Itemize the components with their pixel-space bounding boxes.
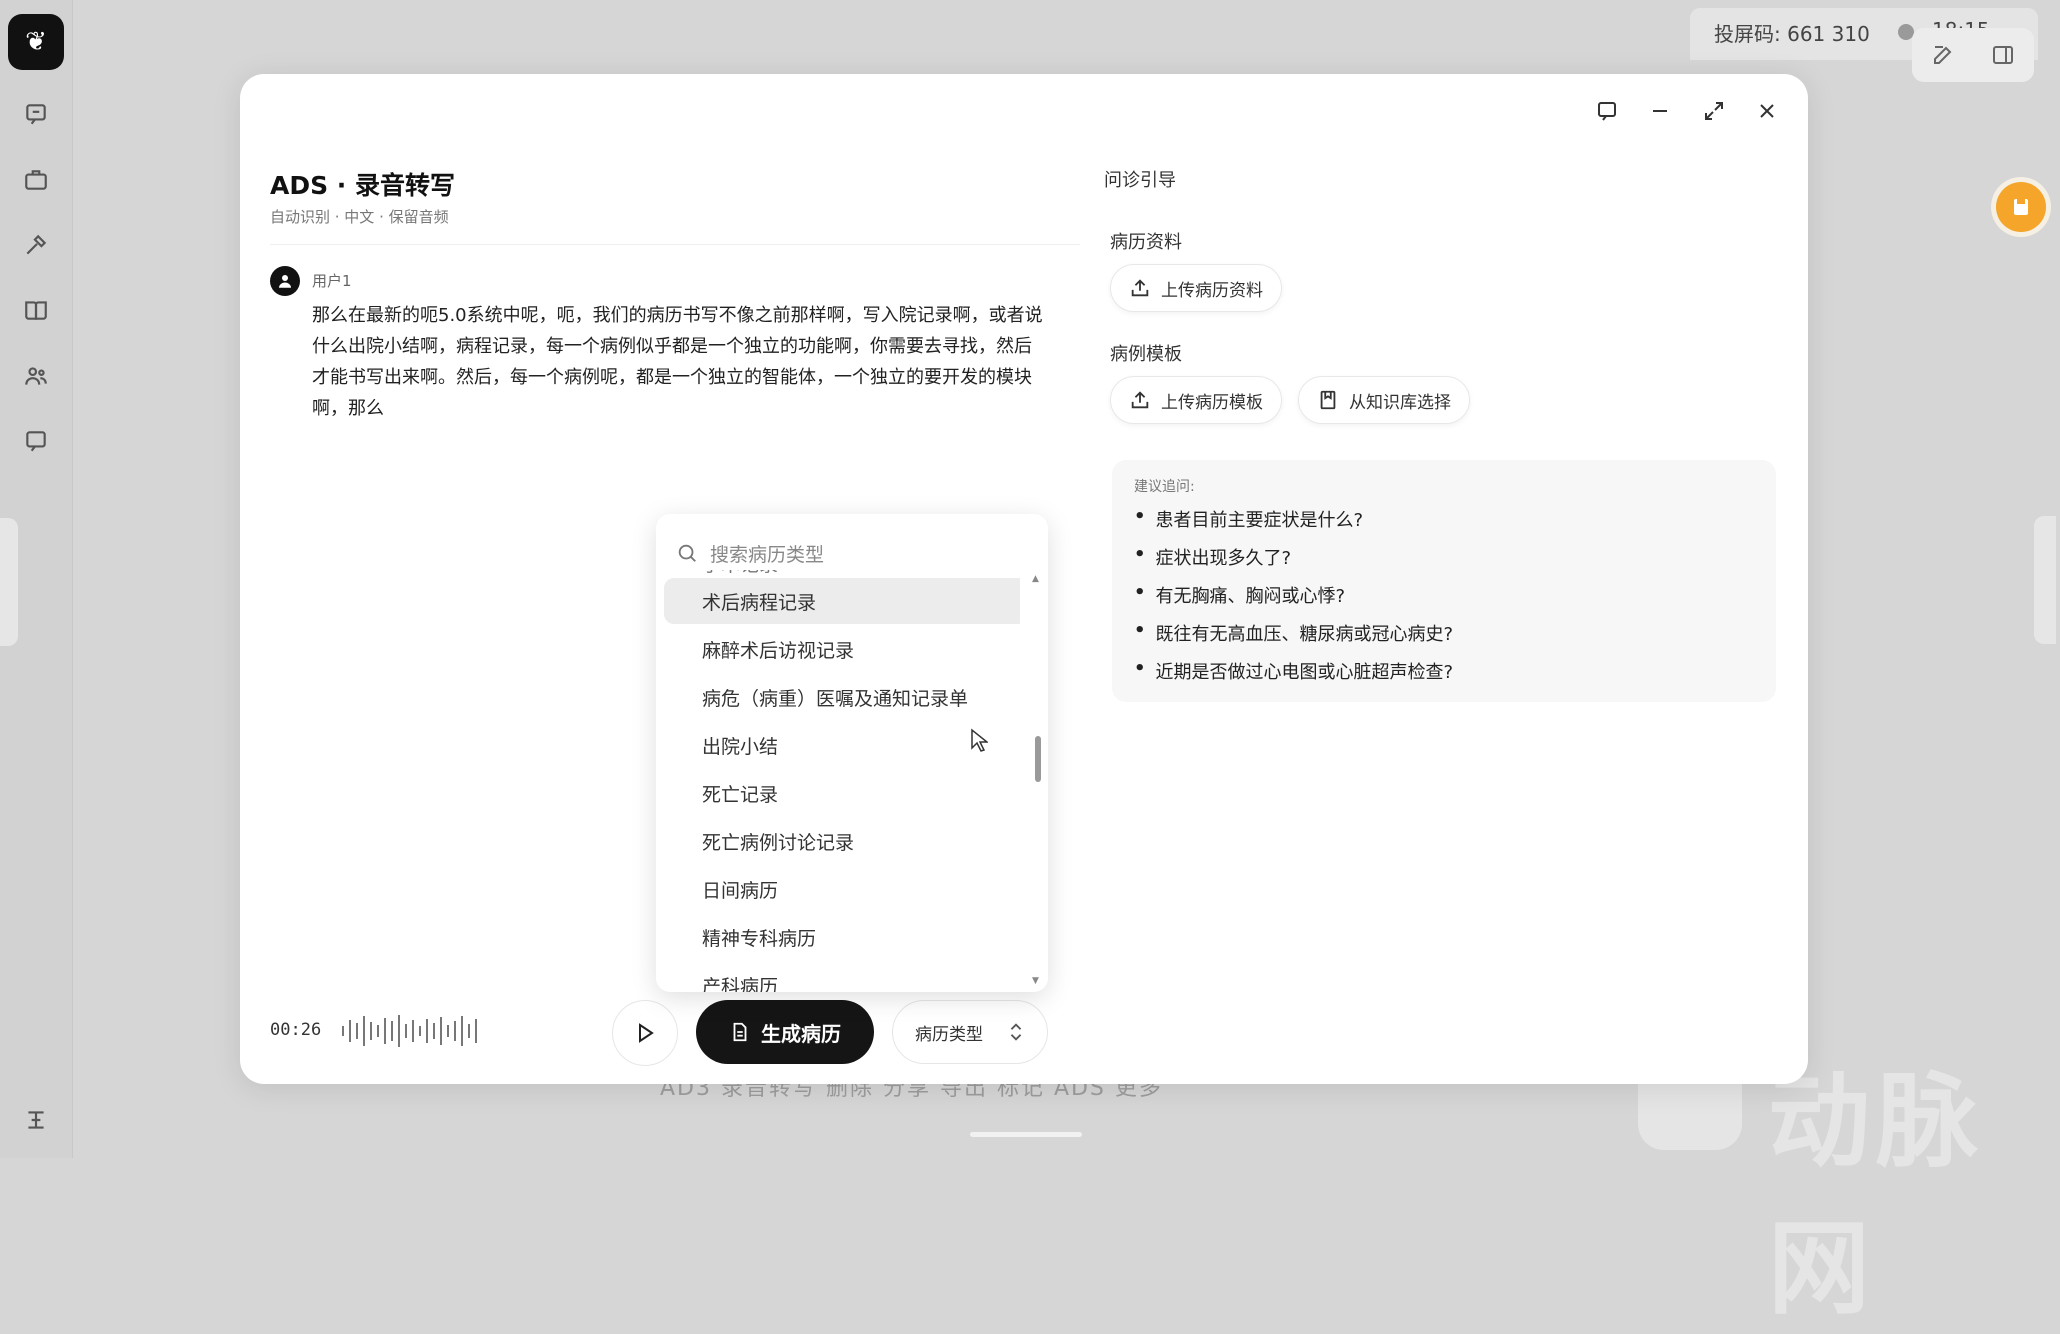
- suggestion-text: 症状出现多久了?: [1155, 548, 1292, 569]
- search-input[interactable]: 搜索病历类型: [710, 540, 824, 567]
- minimize-icon[interactable]: [1643, 94, 1677, 128]
- user-icon: [279, 275, 291, 288]
- play-icon: [639, 1023, 654, 1043]
- generate-label: 生成病历: [761, 1021, 841, 1046]
- header-divider: [270, 244, 1080, 245]
- comment-icon[interactable]: [1590, 94, 1624, 128]
- avatar: [270, 266, 300, 296]
- search-icon: [678, 544, 696, 562]
- panel-toggle-icon[interactable]: [1988, 40, 2018, 70]
- template-heading: 病例模板: [1110, 344, 1182, 365]
- briefcase-icon[interactable]: [20, 164, 52, 196]
- home-indicator: [970, 1132, 1082, 1137]
- list-item[interactable]: 日间病历: [664, 866, 1020, 912]
- close-icon[interactable]: [1750, 94, 1784, 128]
- list-item[interactable]: 病危（病重）医嘱及通知记录单: [664, 674, 1020, 720]
- app-logo[interactable]: ❦: [8, 14, 64, 70]
- upload-records-label: 上传病历资料: [1161, 280, 1263, 301]
- menu-icon[interactable]: [20, 1104, 52, 1136]
- dropdown-list: 手术记录 术后病程记录 麻醉术后访视记录 病危（病重）医嘱及通知记录单 出院小结…: [664, 570, 1020, 992]
- book-icon[interactable]: [20, 294, 52, 326]
- select-from-kb-button[interactable]: 从知识库选择: [1298, 376, 1470, 424]
- play-button[interactable]: [612, 1000, 678, 1066]
- edit-icon[interactable]: [1928, 40, 1958, 70]
- upload-template-label: 上传病历模板: [1161, 392, 1263, 413]
- list-item[interactable]: 产科病历: [664, 962, 1020, 993]
- generate-record-button[interactable]: 生成病历: [696, 1000, 874, 1064]
- guide-title: 问诊引导: [1104, 170, 1176, 191]
- dialog-subtitle: 自动识别 · 中文 · 保留音频: [270, 208, 449, 226]
- upload-template-button[interactable]: 上传病历模板: [1110, 376, 1282, 424]
- suggestions-title: 建议追问:: [1134, 479, 1195, 495]
- record-type-dropdown: 搜索病历类型 手术记录 术后病程记录 麻醉术后访视记录 病危（病重）医嘱及通知记…: [656, 514, 1048, 992]
- tools-icon[interactable]: [20, 229, 52, 261]
- chat-icon[interactable]: [20, 98, 52, 130]
- select-from-kb-label: 从知识库选择: [1349, 392, 1451, 413]
- list-item[interactable]: 术后病程记录: [664, 578, 1020, 624]
- suggestion-text: 患者目前主要症状是什么?: [1155, 510, 1364, 531]
- right-collapse-tab[interactable]: [2034, 516, 2056, 644]
- suggestion-item[interactable]: • 既往有无高血压、糖尿病或冠心病史?: [1134, 620, 1453, 646]
- list-item[interactable]: 精神专科病历: [664, 914, 1020, 960]
- suggestion-item[interactable]: • 近期是否做过心电图或心脏超声检查?: [1134, 658, 1453, 684]
- transcript-text: 那么在最新的呃5.0系统中呢，呃，我们的病历书写不像之前那样啊，写入院记录啊，或…: [312, 305, 1043, 419]
- list-item[interactable]: 死亡记录: [664, 770, 1020, 816]
- suggestion-item[interactable]: • 症状出现多久了?: [1134, 544, 1291, 570]
- document-icon: [733, 1022, 747, 1042]
- suggestion-text: 既往有无高血压、糖尿病或冠心病史?: [1155, 624, 1454, 645]
- note-icon: [2014, 199, 2028, 215]
- recording-time: 00:26: [270, 1020, 322, 1040]
- upload-icon: [1131, 391, 1149, 409]
- message-icon[interactable]: [20, 425, 52, 457]
- speaker-label: 用户1: [312, 272, 352, 290]
- dropdown-scrollbar[interactable]: [1035, 736, 1041, 782]
- suggestion-text: 近期是否做过心电图或心脏超声检查?: [1155, 662, 1454, 683]
- waveform: [342, 1014, 477, 1048]
- list-item[interactable]: 死亡病例讨论记录: [664, 818, 1020, 864]
- scroll-down-icon[interactable]: ▼: [1032, 976, 1039, 986]
- suggestion-item[interactable]: • 有无胸痛、胸闷或心悸?: [1134, 582, 1345, 608]
- upload-records-button[interactable]: 上传病历资料: [1110, 264, 1282, 312]
- users-icon[interactable]: [20, 360, 52, 392]
- bookmark-icon: [1320, 390, 1336, 410]
- mouse-cursor-icon: [971, 728, 988, 752]
- record-type-label: 病历类型: [915, 1024, 983, 1045]
- suggestion-text: 有无胸痛、胸闷或心悸?: [1155, 586, 1346, 607]
- scroll-up-icon[interactable]: ▲: [1032, 574, 1039, 584]
- watermark-text: 动脉网: [1768, 1063, 1984, 1329]
- list-item[interactable]: 出院小结: [664, 722, 1020, 768]
- expand-icon[interactable]: [1697, 94, 1731, 128]
- record-type-select[interactable]: 病历类型: [892, 1000, 1048, 1064]
- records-heading: 病历资料: [1110, 232, 1182, 253]
- suggestion-item[interactable]: • 患者目前主要症状是什么?: [1134, 506, 1363, 532]
- assistant-button[interactable]: [1996, 182, 2046, 232]
- upload-icon: [1131, 279, 1149, 297]
- list-item[interactable]: 麻醉术后访视记录: [664, 626, 1020, 672]
- tree-logo-icon: ❦: [25, 27, 47, 57]
- screen-code: 投屏码: 661 310: [1714, 22, 1870, 46]
- left-collapse-tab[interactable]: [0, 518, 18, 646]
- chevron-updown-icon: [1010, 1023, 1022, 1041]
- dialog-title: ADS · 录音转写: [270, 171, 456, 200]
